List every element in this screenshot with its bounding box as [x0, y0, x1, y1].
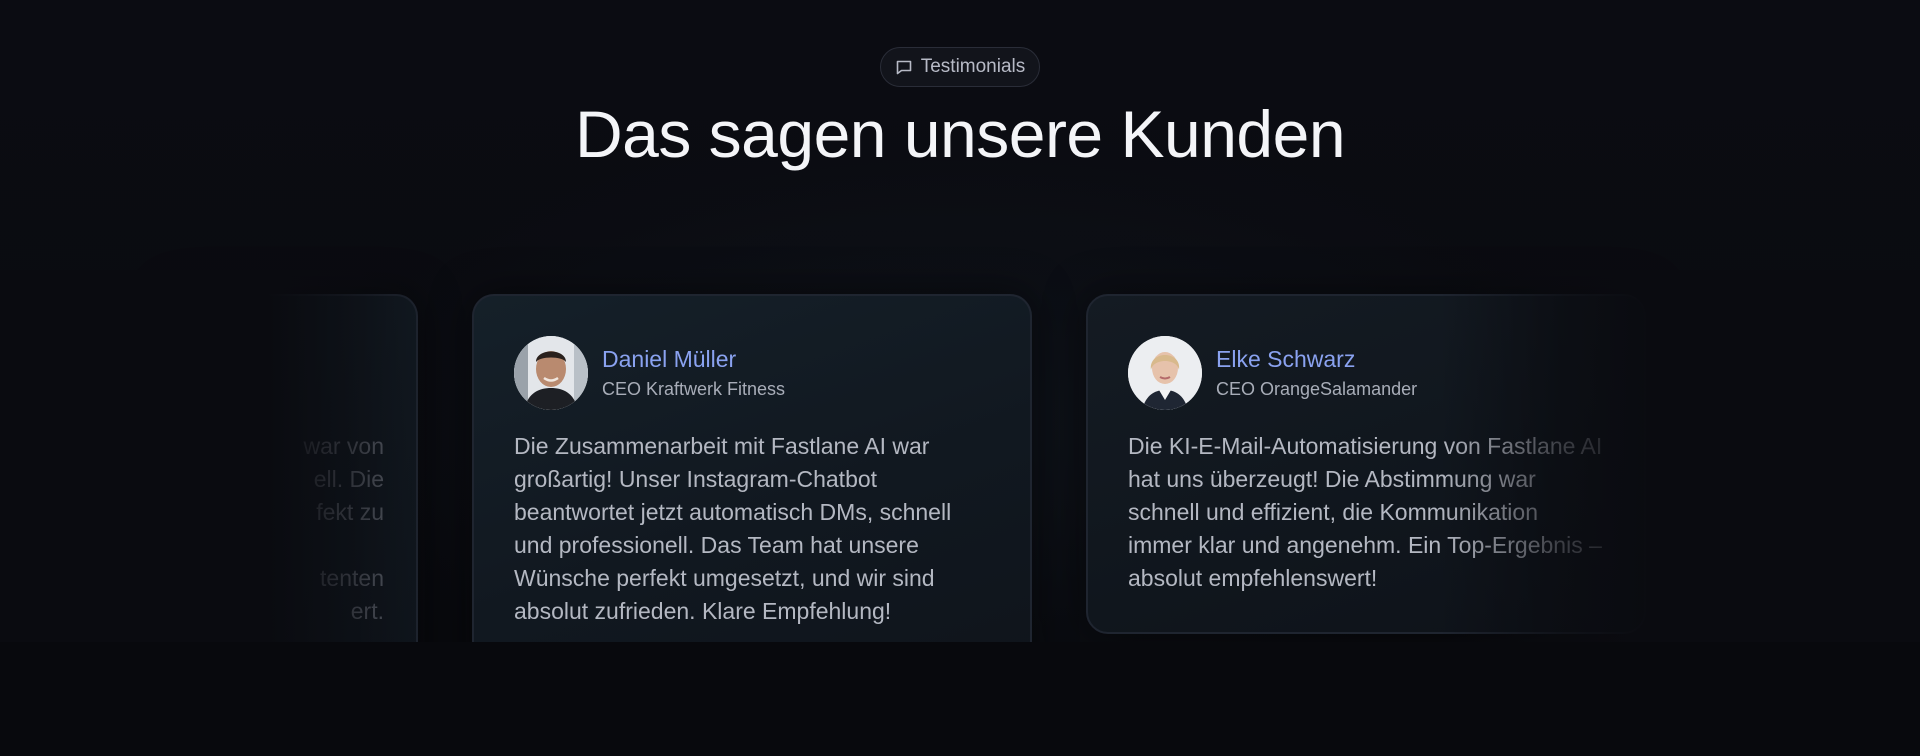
avatar	[1128, 336, 1202, 410]
badge-label: Testimonials	[920, 56, 1026, 77]
quote-line: tenten	[320, 565, 384, 591]
testimonial-card[interactable]: Daniel Müller CEO Kraftwerk Fitness Die …	[472, 294, 1032, 694]
testimonial-card-previous[interactable]: war von ell. Die fekt zu tenten ert.	[170, 294, 418, 694]
quote-line: war von	[303, 433, 384, 459]
testimonial-quote: Die Zusammenarbeit mit Fastlane AI war g…	[514, 433, 952, 624]
author-name: Daniel Müller	[602, 346, 737, 372]
quote-line: ert.	[350, 598, 384, 624]
testimonial-author: Daniel Müller CEO Kraftwerk Fitness	[514, 336, 785, 410]
testimonials-section: Testimonials Das sagen unsere Kunden war…	[0, 0, 1920, 756]
quote-line: ell. Die	[313, 466, 384, 492]
testimonial-card[interactable]: Elke Schwarz CEO OrangeSalamander Die KI…	[1086, 294, 1646, 634]
section-bottom-mask	[0, 642, 1920, 756]
testimonial-quote: Die KI-E-Mail-Automatisierung von Fastla…	[1128, 433, 1603, 591]
section-title: Das sagen unsere Kunden	[574, 97, 1346, 171]
avatar	[514, 336, 588, 410]
testimonials-badge: Testimonials	[880, 47, 1040, 87]
testimonial-quote-partial: war von ell. Die fekt zu tenten ert.	[224, 430, 384, 628]
chat-bubble-icon	[895, 58, 913, 76]
quote-line: fekt zu	[316, 499, 384, 525]
author-name: Elke Schwarz	[1216, 346, 1356, 372]
testimonial-author: Elke Schwarz CEO OrangeSalamander	[1128, 336, 1417, 410]
author-role: CEO Kraftwerk Fitness	[602, 379, 786, 399]
quote-line	[224, 529, 384, 562]
author-role: CEO OrangeSalamander	[1216, 379, 1418, 399]
